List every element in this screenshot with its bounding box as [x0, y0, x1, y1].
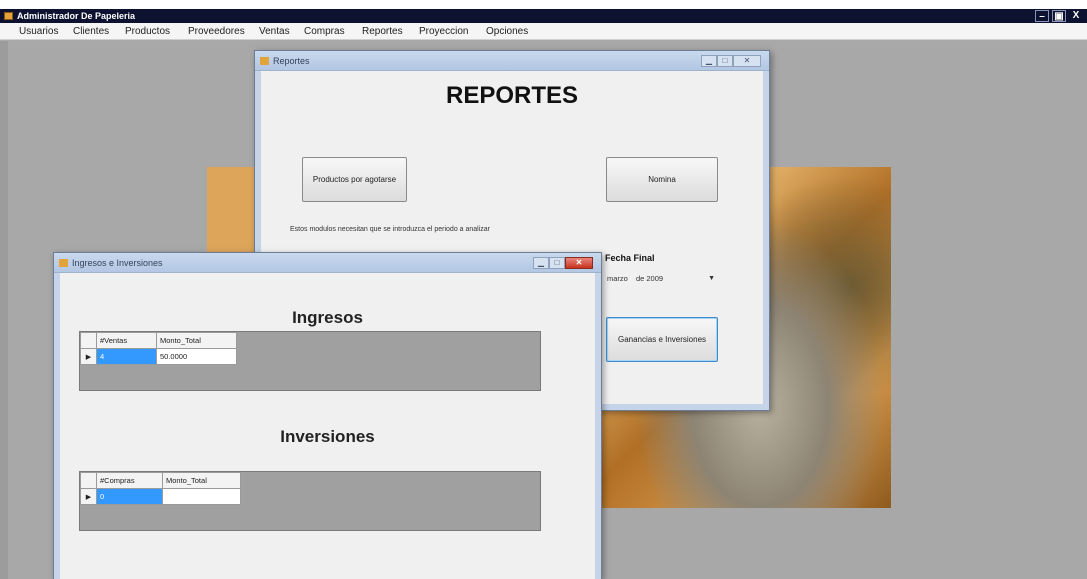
menu-compras[interactable]: Compras — [304, 23, 345, 40]
menu-productos[interactable]: Productos — [125, 23, 170, 40]
row-pointer-icon: ▶ — [80, 348, 97, 365]
maximize-button[interactable]: ▣ — [1052, 10, 1066, 22]
menu-opciones[interactable]: Opciones — [486, 23, 528, 40]
menu-bar: Usuarios Clientes Productos Proveedores … — [0, 23, 1087, 40]
table-row[interactable]: ▶ 4 50.0000 — [80, 348, 237, 365]
table-cell[interactable]: 0 — [96, 488, 163, 505]
dropdown-arrow-icon[interactable]: ▼ — [708, 271, 715, 286]
top-strip — [0, 0, 1087, 9]
reportes-titlebar[interactable]: Reportes ▁ □ ✕ — [255, 51, 769, 71]
window-controls: – ▣ X — [1035, 10, 1083, 22]
inversiones-grid: #Compras Monto_Total ▶ 0 — [79, 471, 541, 531]
window-icon — [59, 259, 68, 267]
ingresos-table: #Ventas Monto_Total ▶ 4 50.0000 — [80, 332, 237, 365]
menu-ventas[interactable]: Ventas — [259, 23, 290, 40]
column-header[interactable]: #Ventas — [96, 332, 157, 349]
menu-proyeccion[interactable]: Proyeccion — [419, 23, 468, 40]
inversiones-heading: Inversiones — [280, 427, 375, 446]
reportes-heading: REPORTES — [445, 82, 579, 109]
close-button[interactable]: X — [1069, 10, 1083, 22]
ingresos-titlebar[interactable]: Ingresos e Inversiones ▁ □ ✕ — [54, 253, 601, 273]
menu-clientes[interactable]: Clientes — [73, 23, 109, 40]
productos-por-agotarse-button[interactable]: Productos por agotarse — [302, 157, 407, 202]
periodo-note: Estos modulos necesitan que se introduzc… — [290, 226, 491, 233]
app-title: Administrador De Papeleria — [17, 11, 136, 21]
table-header-row: #Ventas Monto_Total — [80, 332, 237, 349]
window-icon — [260, 57, 269, 65]
app-icon — [4, 12, 13, 20]
inversiones-table: #Compras Monto_Total ▶ 0 — [80, 472, 241, 505]
table-row[interactable]: ▶ 0 — [80, 488, 241, 505]
reportes-window-controls: ▁ □ ✕ — [701, 55, 761, 67]
table-cell[interactable] — [162, 488, 241, 505]
ingresos-heading: Ingresos — [292, 308, 363, 327]
column-header[interactable]: Monto_Total — [156, 332, 237, 349]
ganancias-inversiones-button[interactable]: Ganancias e Inversiones — [606, 317, 718, 362]
table-header-row: #Compras Monto_Total — [80, 472, 241, 489]
column-header[interactable]: #Compras — [96, 472, 163, 489]
fecha-final-picker[interactable]: marzo de 2009 ▼ — [601, 271, 719, 286]
row-header-corner — [80, 472, 97, 489]
minimize-button[interactable]: – — [1035, 10, 1049, 22]
app-window: Administrador De Papeleria – ▣ X Usuario… — [0, 0, 1087, 579]
ingresos-window: Ingresos e Inversiones ▁ □ ✕ Ingresos #V… — [53, 252, 602, 579]
minimize-icon[interactable]: ▁ — [533, 257, 549, 269]
maximize-icon[interactable]: □ — [717, 55, 733, 67]
ingresos-grid: #Ventas Monto_Total ▶ 4 50.0000 — [79, 331, 541, 391]
fecha-final-label: Fecha Final — [605, 253, 655, 263]
row-header-corner — [80, 332, 97, 349]
maximize-icon[interactable]: □ — [549, 257, 565, 269]
title-bar: Administrador De Papeleria – ▣ X — [0, 9, 1087, 23]
ingresos-window-controls: ▁ □ ✕ — [533, 257, 593, 269]
table-cell[interactable]: 50.0000 — [156, 348, 237, 365]
minimize-icon[interactable]: ▁ — [701, 55, 717, 67]
menu-usuarios[interactable]: Usuarios — [19, 23, 58, 40]
column-header[interactable]: Monto_Total — [162, 472, 241, 489]
date-year: de 2009 — [635, 274, 664, 283]
ingresos-window-title: Ingresos e Inversiones — [72, 258, 163, 268]
reportes-window-title: Reportes — [273, 56, 310, 66]
table-cell[interactable]: 4 — [96, 348, 157, 365]
row-pointer-icon: ▶ — [80, 488, 97, 505]
close-icon[interactable]: ✕ — [565, 257, 593, 269]
nomina-button[interactable]: Nomina — [606, 157, 718, 202]
date-month: marzo — [607, 274, 628, 283]
workspace-edge — [0, 41, 8, 579]
close-icon[interactable]: ✕ — [733, 55, 761, 67]
menu-proveedores[interactable]: Proveedores — [188, 23, 245, 40]
menu-reportes[interactable]: Reportes — [362, 23, 403, 40]
